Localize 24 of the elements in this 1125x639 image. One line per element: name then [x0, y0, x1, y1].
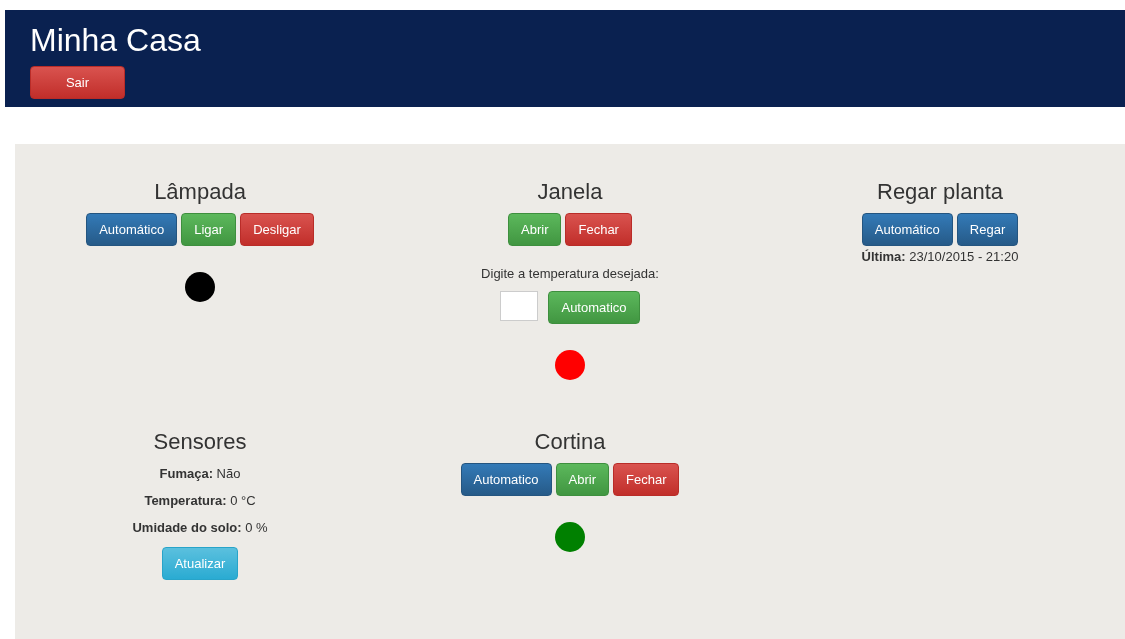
info-text: Temperatura: 0 °C [144, 494, 256, 508]
action-button[interactable]: Regar [956, 213, 1019, 246]
action-button[interactable]: Ligar [181, 213, 237, 246]
action-button[interactable]: Automático [86, 213, 178, 246]
action-button[interactable]: Fechar [565, 213, 632, 246]
section-title: Lâmpada [154, 179, 246, 205]
action-button[interactable]: Fechar [613, 463, 680, 496]
info-text: Fumaça: Não [159, 467, 241, 481]
temperature-input[interactable] [500, 291, 539, 321]
logout-button[interactable]: Sair [30, 66, 125, 99]
section-title: Cortina [534, 429, 606, 455]
section-title: Regar planta [877, 179, 1003, 205]
action-button[interactable]: Automático [861, 213, 953, 246]
action-button[interactable]: Abrir [555, 463, 609, 496]
info-text: Umidade do solo: 0 % [132, 521, 268, 535]
action-button[interactable]: Desligar [240, 213, 314, 246]
action-button[interactable]: Automatico [548, 291, 640, 324]
info-text: Última: 23/10/2015 - 21:20 [861, 250, 1019, 264]
section-title: Sensores [153, 429, 247, 455]
temperature-prompt: Digite a temperatura desejada: [481, 266, 659, 281]
action-button[interactable]: Abrir [508, 213, 562, 246]
action-button[interactable]: Automatico [460, 463, 552, 496]
section-title: Janela [537, 179, 603, 205]
app-title: Minha Casa [30, 22, 201, 58]
